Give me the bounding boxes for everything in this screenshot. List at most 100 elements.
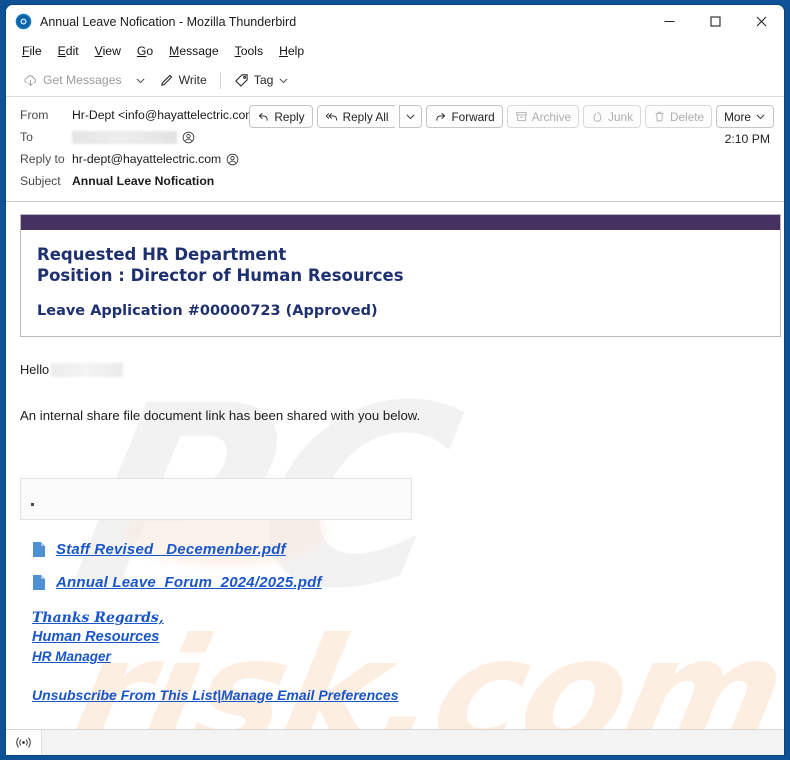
get-messages-dropdown[interactable] bbox=[129, 72, 152, 89]
menu-view-label: V bbox=[94, 44, 103, 58]
archive-box-icon bbox=[515, 111, 527, 122]
attachment-link-2[interactable]: Annual Leave_Forum_2024/2025.pdf bbox=[56, 574, 322, 591]
window-controls bbox=[646, 5, 784, 38]
reply-to-value-wrap: hr-dept@hayattelectric.com bbox=[72, 152, 239, 166]
contact-avatar-icon[interactable] bbox=[182, 131, 195, 144]
from-label: From bbox=[20, 108, 49, 122]
menu-edit-label: E bbox=[57, 44, 66, 58]
trash-icon bbox=[655, 111, 664, 122]
pencil-icon bbox=[159, 73, 174, 88]
menu-help[interactable]: Help bbox=[271, 41, 312, 61]
body-paragraph: An internal share file document link has… bbox=[20, 408, 421, 423]
contact-avatar-icon[interactable] bbox=[226, 153, 239, 166]
tag-icon bbox=[234, 73, 249, 88]
get-messages-button[interactable]: Get Messages bbox=[16, 70, 129, 91]
reply-all-arrow-icon bbox=[325, 113, 337, 121]
menu-help-label: H bbox=[279, 44, 288, 58]
chevron-down-icon bbox=[279, 77, 289, 83]
menu-message-label: M bbox=[169, 44, 180, 58]
delete-label: Delete bbox=[670, 109, 705, 124]
close-icon[interactable] bbox=[738, 5, 784, 38]
broadcast-signal-icon bbox=[16, 737, 31, 748]
menu-edit[interactable]: Edit bbox=[50, 41, 87, 61]
get-messages-label: Get Messages bbox=[43, 73, 122, 87]
menu-file[interactable]: File bbox=[14, 41, 50, 61]
reply-arrow-icon bbox=[259, 112, 268, 121]
chevron-down-icon bbox=[756, 114, 765, 120]
maximize-icon[interactable] bbox=[692, 5, 738, 38]
header-row-reply-to: Reply to hr-dept@hayattelectric.com bbox=[6, 148, 784, 170]
more-label: More bbox=[724, 109, 751, 124]
junk-button[interactable]: Junk bbox=[583, 105, 641, 128]
menu-go-label: G bbox=[136, 44, 147, 58]
list-item[interactable]: Annual Leave_Forum_2024/2025.pdf bbox=[20, 574, 770, 591]
unsubscribe-link[interactable]: Unsubscribe From This List bbox=[32, 687, 217, 703]
signature-line-3: HR Manager bbox=[32, 649, 111, 664]
chevron-down-icon bbox=[406, 114, 416, 120]
delete-button[interactable]: Delete bbox=[645, 105, 713, 128]
greeting-redacted-name bbox=[51, 362, 124, 377]
attachment-links: Staff Revised _Decemenber.pdf Annual Lea… bbox=[20, 541, 770, 591]
more-button[interactable]: More bbox=[716, 105, 774, 128]
chevron-down-icon bbox=[136, 77, 145, 83]
reply-to-label: Reply to bbox=[20, 152, 65, 166]
write-label: Write bbox=[178, 73, 207, 87]
greeting-line: Hello bbox=[20, 362, 770, 377]
subject-label: Subject bbox=[20, 174, 61, 188]
signature-line-1: Thanks Regards, bbox=[32, 610, 164, 626]
placeholder-dot bbox=[31, 503, 34, 506]
download-cloud-icon bbox=[23, 73, 38, 88]
thunderbird-logo-icon bbox=[15, 13, 32, 30]
menu-bar: File Edit View Go Message Tools Help bbox=[6, 38, 784, 64]
minimize-icon[interactable] bbox=[646, 5, 692, 38]
footer-links: Unsubscribe From This List|Manage Email … bbox=[20, 687, 770, 703]
reply-label: Reply bbox=[274, 109, 305, 124]
pdf-file-icon bbox=[33, 542, 45, 557]
junk-flame-icon bbox=[593, 111, 602, 122]
forward-arrow-icon bbox=[436, 112, 446, 121]
archive-button[interactable]: Archive bbox=[506, 105, 580, 128]
forward-button[interactable]: Forward bbox=[426, 105, 503, 128]
greeting-text: Hello bbox=[20, 362, 50, 377]
reply-button[interactable]: Reply bbox=[249, 105, 313, 128]
subject-value: Annual Leave Nofication bbox=[72, 174, 215, 188]
email-banner: Requested HR Department Position : Direc… bbox=[20, 214, 781, 337]
message-header: From Hr-Dept <info@hayattelectric.com> T… bbox=[6, 97, 784, 202]
from-value[interactable]: Hr-Dept <info@hayattelectric.com> bbox=[72, 108, 263, 122]
reply-all-dropdown[interactable] bbox=[399, 105, 423, 128]
to-value-redacted[interactable] bbox=[72, 130, 177, 144]
attachment-link-1[interactable]: Staff Revised _Decemenber.pdf bbox=[56, 541, 286, 558]
banner-content: Requested HR Department Position : Direc… bbox=[21, 230, 780, 336]
status-bar bbox=[6, 729, 784, 755]
banner-color-bar bbox=[21, 215, 780, 230]
toolbar-separator bbox=[219, 71, 221, 89]
placeholder-box[interactable] bbox=[20, 478, 412, 520]
signature-block: Thanks Regards, Human Resources HR Manag… bbox=[20, 609, 770, 666]
manage-preferences-link[interactable]: Manage Email Preferences bbox=[221, 687, 398, 703]
list-item[interactable]: Staff Revised _Decemenber.pdf bbox=[20, 541, 770, 558]
junk-label: Junk bbox=[608, 109, 633, 124]
banner-heading-line1: Requested HR Department bbox=[37, 245, 287, 264]
menu-go[interactable]: Go bbox=[129, 41, 161, 61]
menu-message[interactable]: Message bbox=[161, 41, 226, 61]
tag-label: Tag bbox=[253, 73, 274, 87]
tag-button[interactable]: Tag bbox=[227, 70, 297, 91]
header-row-subject: Subject Annual Leave Nofication bbox=[6, 170, 784, 192]
menu-view[interactable]: View bbox=[87, 41, 129, 61]
status-icon-container[interactable] bbox=[6, 730, 42, 755]
main-toolbar: Get Messages Write Tag bbox=[6, 64, 784, 97]
message-action-buttons: Reply Reply All Forward Archive Junk Del… bbox=[249, 105, 774, 128]
reply-to-value[interactable]: hr-dept@hayattelectric.com bbox=[72, 152, 221, 166]
banner-subheading: Leave Application #00000723 (Approved) bbox=[37, 303, 378, 319]
window-title: Annual Leave Nofication - Mozilla Thunde… bbox=[40, 14, 297, 29]
menu-tools[interactable]: Tools bbox=[227, 41, 271, 61]
message-body: PC risk.com Requested HR Department Posi… bbox=[6, 202, 784, 729]
reply-all-button[interactable]: Reply All bbox=[316, 105, 396, 128]
forward-label: Forward bbox=[451, 109, 495, 124]
to-value-wrap bbox=[72, 130, 195, 144]
write-button[interactable]: Write bbox=[152, 70, 214, 91]
to-label: To bbox=[20, 130, 33, 144]
title-bar: Annual Leave Nofication - Mozilla Thunde… bbox=[6, 5, 784, 38]
pdf-file-icon bbox=[33, 575, 45, 590]
thunderbird-window: Annual Leave Nofication - Mozilla Thunde… bbox=[6, 5, 784, 755]
